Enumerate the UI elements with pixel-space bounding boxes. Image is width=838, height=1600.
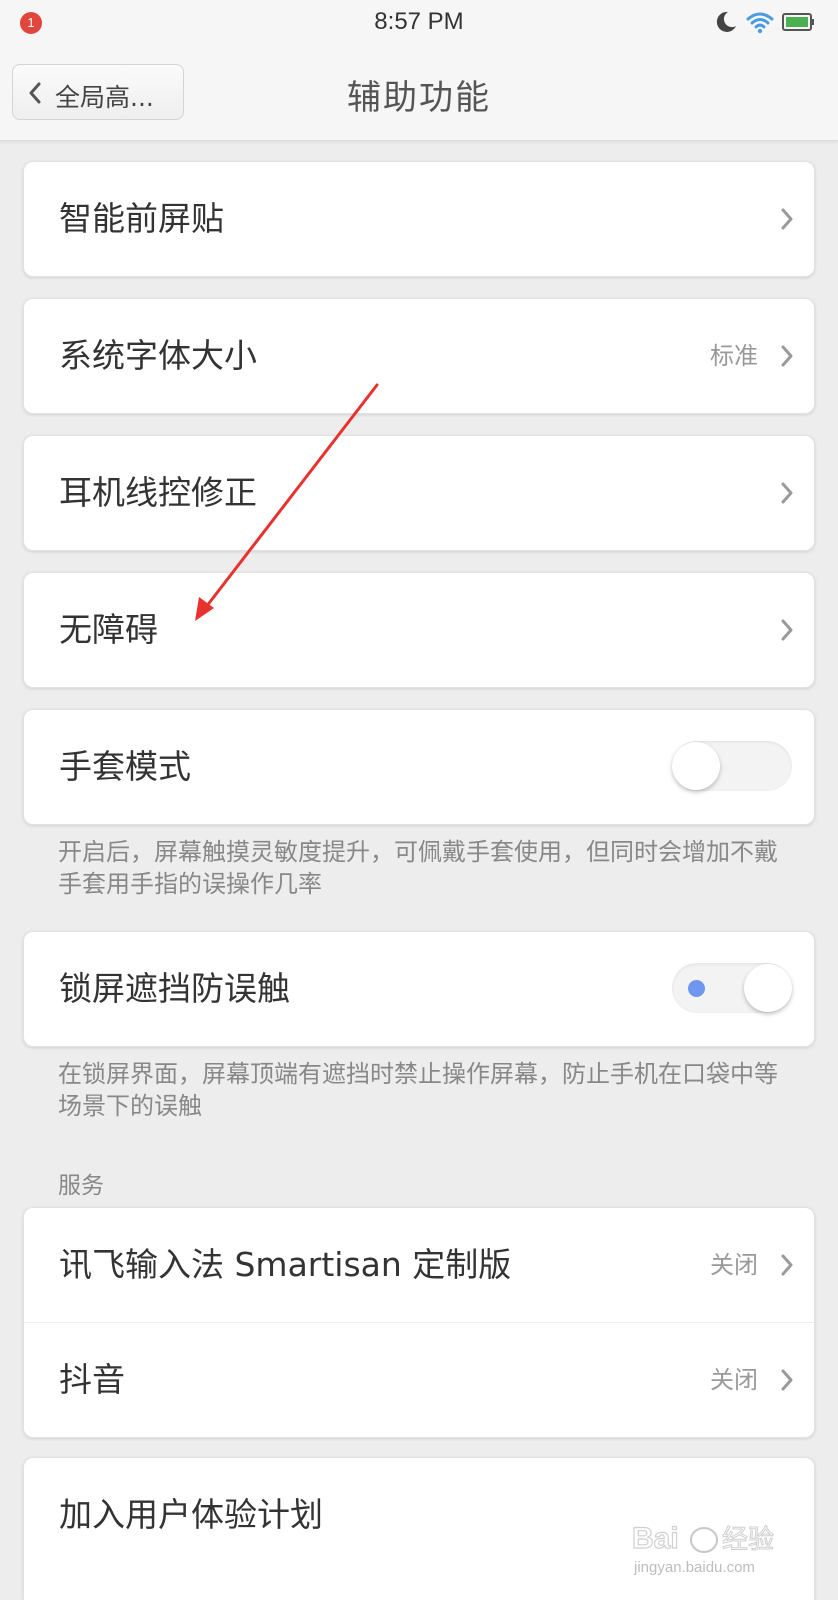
baidu-watermark-logo: Bai 经验 jingyan.baidu.com [631, 1518, 822, 1578]
settings-item-value: 关闭 [710, 1251, 758, 1279]
settings-item-headset-fix[interactable]: 耳机线控修正 [24, 436, 814, 550]
battery-icon [782, 12, 816, 36]
card-font-size: 系统字体大小 标准 [23, 298, 815, 414]
settings-item-label: 系统字体大小 [59, 336, 257, 375]
settings-item-value: 标准 [710, 342, 758, 370]
moon-icon [714, 10, 738, 38]
service-item-xunfei[interactable]: 讯飞输入法 Smartisan 定制版 关闭 [24, 1208, 814, 1322]
section-header-services: 服务 [58, 1173, 104, 1199]
toggle-indicator-dot [688, 980, 705, 997]
navigation-bar: 全局高... 辅助功能 [0, 46, 838, 141]
settings-item-label: 锁屏遮挡防误触 [59, 969, 290, 1008]
card-accessibility: 无障碍 [23, 572, 815, 688]
settings-item-label: 讯飞输入法 Smartisan 定制版 [59, 1245, 512, 1284]
settings-item-label: 无障碍 [59, 610, 158, 649]
glove-mode-toggle[interactable] [672, 741, 792, 791]
glove-mode-description: 开启后，屏幕触摸灵敏度提升，可佩戴手套使用，但同时会增加不戴手套用手指的误操作几… [58, 838, 778, 898]
card-lockscreen-block: 锁屏遮挡防误触 [23, 931, 815, 1047]
svg-text:Bai: Bai [632, 1522, 679, 1555]
toggle-knob [672, 742, 720, 790]
status-clock: 8:57 PM [374, 8, 464, 35]
settings-item-font-size[interactable]: 系统字体大小 标准 [24, 299, 814, 413]
card-smart-sidebar: 智能前屏贴 [23, 161, 815, 277]
svg-text:经验: 经验 [722, 1525, 774, 1555]
settings-item-lockscreen-block: 锁屏遮挡防误触 [24, 932, 814, 1046]
chevron-right-icon [780, 619, 794, 645]
settings-item-value: 关闭 [710, 1366, 758, 1394]
chevron-right-icon [780, 345, 794, 371]
settings-item-label: 手套模式 [59, 747, 191, 786]
settings-item-glove-mode: 手套模式 [24, 710, 814, 824]
settings-item-smart-sidebar[interactable]: 智能前屏贴 [24, 162, 814, 276]
status-bar: 1 8:57 PM [0, 0, 838, 46]
settings-item-label: 抖音 [59, 1360, 125, 1399]
chevron-right-icon [780, 482, 794, 508]
wifi-icon [746, 10, 774, 38]
service-item-douyin[interactable]: 抖音 关闭 [24, 1322, 814, 1437]
lockscreen-block-toggle[interactable] [672, 963, 792, 1013]
card-headset-fix: 耳机线控修正 [23, 435, 815, 551]
page-title: 辅助功能 [347, 78, 491, 118]
toggle-knob [744, 964, 792, 1012]
lockscreen-block-description: 在锁屏界面，屏幕顶端有遮挡时禁止操作屏幕，防止手机在口袋中等场景下的误触 [58, 1060, 778, 1120]
card-glove-mode: 手套模式 [23, 709, 815, 825]
card-services: 讯飞输入法 Smartisan 定制版 关闭 抖音 关闭 [23, 1207, 815, 1438]
chevron-right-icon [780, 1369, 794, 1395]
settings-item-label: 加入用户体验计划 [59, 1495, 323, 1534]
chevron-right-icon [780, 1254, 794, 1280]
settings-item-label: 耳机线控修正 [59, 473, 257, 512]
settings-item-label: 智能前屏贴 [59, 199, 224, 238]
chevron-right-icon [780, 208, 794, 234]
svg-text:jingyan.baidu.com: jingyan.baidu.com [633, 1559, 755, 1576]
settings-item-accessibility[interactable]: 无障碍 [24, 573, 814, 687]
